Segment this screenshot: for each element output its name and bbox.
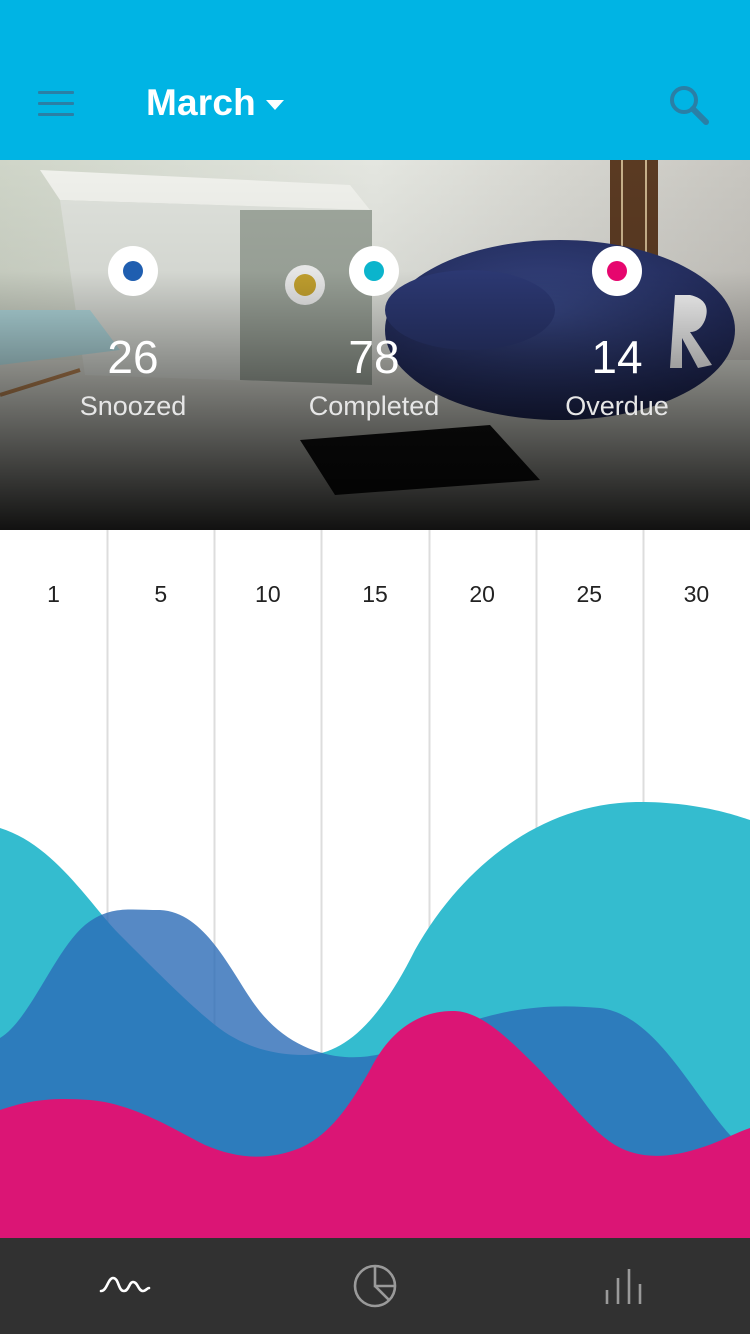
completed-indicator-icon [349,246,399,296]
x-tick-label: 25 [576,581,602,607]
x-tick-label: 5 [154,581,167,607]
caret-down-icon [265,100,284,110]
stat-overdue[interactable]: 14 Overdue [497,246,737,422]
x-tick-label: 10 [255,581,281,607]
summary-hero: 26 Snoozed 78 Completed 14 Overdue [0,160,750,530]
monthly-area-chart[interactable]: 1 5 10 15 20 25 30 [0,530,750,1238]
month-dropdown[interactable]: March [146,78,284,128]
nav-wave-chart[interactable] [0,1238,250,1334]
stat-value: 78 [348,331,400,383]
x-tick-label: 30 [684,581,710,607]
stat-label: Completed [308,391,440,421]
search-icon[interactable] [664,80,714,130]
wave-chart-icon [99,1276,151,1293]
hamburger-menu-icon[interactable] [22,80,90,128]
x-tick-label: 20 [469,581,495,607]
nav-pie-chart[interactable] [250,1238,500,1334]
chart-canvas: 1 5 10 15 20 25 30 [0,530,750,1238]
stat-label: Overdue [565,391,669,421]
nav-bar-chart[interactable] [500,1238,750,1334]
month-title: March [146,82,256,123]
overdue-indicator-icon [592,246,642,296]
x-tick-label: 1 [47,581,60,607]
app-bar: March [0,0,750,160]
stat-value: 26 [107,331,159,383]
stat-completed[interactable]: 78 Completed [254,246,494,422]
stat-label: Snoozed [79,391,187,421]
bottom-nav [0,1238,750,1334]
pie-chart-icon [353,1264,397,1308]
stat-value: 14 [591,331,643,383]
stat-snoozed[interactable]: 26 Snoozed [13,246,253,422]
x-tick-label: 15 [362,581,388,607]
bar-chart-icon [605,1269,642,1304]
snoozed-indicator-icon [108,246,158,296]
